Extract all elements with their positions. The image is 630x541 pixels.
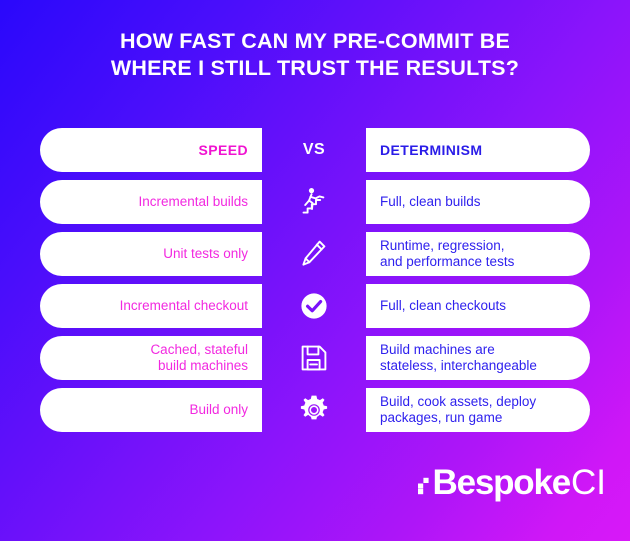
- row-determinism-pill: Full, clean builds: [366, 180, 590, 224]
- row-speed-label: Incremental checkout: [119, 298, 248, 313]
- infographic-canvas: HOW FAST CAN MY PRE-COMMIT BE WHERE I ST…: [0, 0, 630, 541]
- stairs-climber-icon: [297, 185, 331, 219]
- row-speed-pill: Cached, stateful build machines: [40, 336, 262, 380]
- row-determinism-pill: Runtime, regression, and performance test…: [366, 232, 590, 276]
- row-determinism-label: Full, clean builds: [380, 194, 481, 209]
- page-title-line-1: HOW FAST CAN MY PRE-COMMIT BE: [119, 29, 510, 53]
- header-speed-label: SPEED: [198, 142, 248, 158]
- row-icon-cell: [262, 284, 366, 328]
- page-title: HOW FAST CAN MY PRE-COMMIT BE WHERE I ST…: [0, 28, 630, 82]
- row-determinism-label: Full, clean checkouts: [380, 298, 507, 313]
- row-icon-cell: [262, 336, 366, 380]
- table-row: Unit tests only Runtime, regression, and …: [0, 232, 630, 276]
- page-title-line-2: WHERE I STILL TRUST THE RESULTS?: [110, 56, 520, 80]
- table-row: Cached, stateful build machines Build ma…: [0, 336, 630, 380]
- header-center-cell: VS: [262, 128, 366, 172]
- vs-label: VS: [302, 141, 326, 158]
- table-row: Build only Build, cook assets, deploy pac…: [0, 388, 630, 432]
- table-row: Incremental checkout Full, clean checkou…: [0, 284, 630, 328]
- row-speed-label: Cached, stateful build machines: [150, 342, 248, 373]
- header-determinism-label: DETERMINISM: [380, 142, 483, 158]
- logo-primary-text: Bespoke: [432, 463, 572, 502]
- row-speed-label: Build only: [189, 402, 248, 417]
- row-speed-pill: Incremental builds: [40, 180, 262, 224]
- header-determinism-pill: DETERMINISM: [366, 128, 590, 172]
- pencil-icon: [297, 237, 331, 271]
- row-determinism-pill: Full, clean checkouts: [366, 284, 590, 328]
- brand-logo: Bespoke CI: [417, 463, 606, 503]
- row-speed-pill: Incremental checkout: [40, 284, 262, 328]
- row-determinism-label: Build, cook assets, deploy packages, run …: [380, 394, 537, 425]
- gear-icon: [297, 393, 331, 427]
- comparison-table: SPEED VS DETERMINISM Incremental builds: [0, 128, 630, 440]
- row-icon-cell: [262, 388, 366, 432]
- logo-secondary-text: CI: [571, 463, 606, 502]
- row-speed-pill: Unit tests only: [40, 232, 262, 276]
- header-speed-pill: SPEED: [40, 128, 262, 172]
- row-speed-label: Incremental builds: [138, 194, 248, 209]
- row-icon-cell: [262, 232, 366, 276]
- floppy-disk-icon: [297, 341, 331, 375]
- row-determinism-pill: Build, cook assets, deploy packages, run …: [366, 388, 590, 432]
- table-row: Incremental builds Full, clean builds: [0, 180, 630, 224]
- check-circle-icon: [297, 289, 331, 323]
- row-speed-label: Unit tests only: [163, 246, 248, 261]
- row-determinism-label: Runtime, regression, and performance test…: [380, 238, 515, 269]
- logo-mark-icon: [417, 470, 431, 496]
- row-speed-pill: Build only: [40, 388, 262, 432]
- row-determinism-label: Build machines are stateless, interchange…: [380, 342, 537, 373]
- row-icon-cell: [262, 180, 366, 224]
- table-row-header: SPEED VS DETERMINISM: [0, 128, 630, 172]
- row-determinism-pill: Build machines are stateless, interchange…: [366, 336, 590, 380]
